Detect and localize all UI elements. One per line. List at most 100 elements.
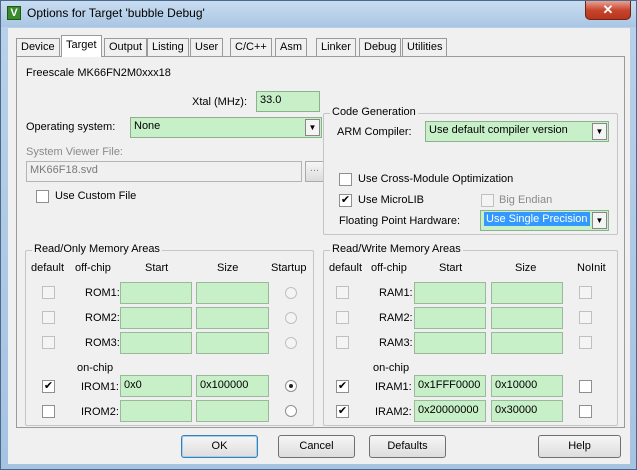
ram3-size-input[interactable] bbox=[491, 332, 563, 354]
chevron-down-icon[interactable]: ▼ bbox=[305, 119, 320, 136]
ro-onchip-label: on-chip bbox=[77, 362, 114, 374]
ram2-size-input[interactable] bbox=[491, 307, 563, 329]
tab-linker[interactable]: Linker bbox=[316, 38, 356, 56]
iram1-label: IRAM1: bbox=[375, 381, 412, 393]
ram3-start-input[interactable] bbox=[414, 332, 486, 354]
tab-listing[interactable]: Listing bbox=[147, 38, 189, 56]
rom3-start-input[interactable] bbox=[120, 332, 192, 354]
rom2-startup-radio[interactable] bbox=[285, 312, 297, 324]
cross-module-checkbox[interactable] bbox=[339, 173, 352, 186]
ro-header-offchip: off-chip bbox=[75, 262, 111, 274]
device-name: Freescale MK66FN2M0xxx18 bbox=[26, 67, 171, 79]
fph-dropdown[interactable]: Use Single Precision ▼ bbox=[480, 210, 609, 231]
ram1-size-input[interactable] bbox=[491, 282, 563, 304]
xtal-input[interactable]: 33.0 bbox=[256, 91, 320, 112]
chevron-down-icon[interactable]: ▼ bbox=[592, 212, 607, 229]
iram2-noinit-checkbox[interactable] bbox=[579, 405, 592, 418]
rw-header-default: default bbox=[329, 262, 363, 274]
irom1-default-checkbox[interactable]: ✔ bbox=[42, 380, 55, 393]
cross-module-label: Use Cross-Module Optimization bbox=[358, 173, 514, 185]
fph-label: Floating Point Hardware: bbox=[339, 215, 461, 227]
rom1-startup-radio[interactable] bbox=[285, 287, 297, 299]
tab-asm[interactable]: Asm bbox=[275, 38, 307, 56]
irom2-label: IROM2: bbox=[81, 406, 119, 418]
tab-c-cpp[interactable]: C/C++ bbox=[230, 38, 272, 56]
iram2-size-input[interactable]: 0x30000 bbox=[491, 400, 563, 422]
ram1-start-input[interactable] bbox=[414, 282, 486, 304]
use-custom-file-label: Use Custom File bbox=[55, 190, 137, 202]
irom2-startup-radio[interactable] bbox=[285, 405, 297, 417]
rw-header-start: Start bbox=[439, 262, 463, 274]
rom3-label: ROM3: bbox=[85, 337, 120, 349]
rom2-start-input[interactable] bbox=[120, 307, 192, 329]
rom3-size-input[interactable] bbox=[196, 332, 269, 354]
fph-value: Use Single Precision bbox=[484, 212, 590, 226]
tab-debug[interactable]: Debug bbox=[359, 38, 402, 56]
rom2-default-checkbox[interactable] bbox=[42, 311, 55, 324]
tab-user[interactable]: User bbox=[190, 38, 224, 56]
tab-output[interactable]: Output bbox=[104, 38, 148, 56]
irom2-size-input[interactable] bbox=[196, 400, 269, 422]
rom2-size-input[interactable] bbox=[196, 307, 269, 329]
big-endian-checkbox[interactable] bbox=[481, 194, 494, 207]
tab-target[interactable]: Target bbox=[61, 35, 102, 57]
ok-button[interactable]: OK bbox=[181, 435, 258, 458]
ram2-default-checkbox[interactable] bbox=[336, 311, 349, 324]
tab-device[interactable]: Device bbox=[16, 38, 60, 56]
iram2-label: IRAM2: bbox=[375, 406, 412, 418]
rom3-startup-radio[interactable] bbox=[285, 337, 297, 349]
use-custom-file-checkbox[interactable] bbox=[36, 190, 49, 203]
microlib-checkbox[interactable]: ✔ bbox=[339, 194, 352, 207]
options-dialog: V Options for Target 'bubble Debug' ✕ De… bbox=[0, 0, 637, 470]
rom1-start-input[interactable] bbox=[120, 282, 192, 304]
iram2-default-checkbox[interactable]: ✔ bbox=[336, 405, 349, 418]
ram2-start-input[interactable] bbox=[414, 307, 486, 329]
irom1-start-input[interactable]: 0x0 bbox=[120, 375, 192, 397]
close-button[interactable]: ✕ bbox=[585, 1, 631, 20]
iram1-size-input[interactable]: 0x10000 bbox=[491, 375, 563, 397]
ram1-label: RAM1: bbox=[379, 287, 413, 299]
title-bar[interactable]: V Options for Target 'bubble Debug' ✕ bbox=[1, 1, 636, 27]
irom2-default-checkbox[interactable] bbox=[42, 405, 55, 418]
ram3-noinit-checkbox[interactable] bbox=[579, 336, 592, 349]
rom1-label: ROM1: bbox=[85, 287, 120, 299]
cancel-button[interactable]: Cancel bbox=[278, 435, 355, 458]
ram1-default-checkbox[interactable] bbox=[336, 286, 349, 299]
rw-memory-title: Read/Write Memory Areas bbox=[330, 243, 463, 255]
rom1-default-checkbox[interactable] bbox=[42, 286, 55, 299]
os-label: Operating system: bbox=[26, 121, 116, 133]
ram1-noinit-checkbox[interactable] bbox=[579, 286, 592, 299]
os-dropdown[interactable]: None ▼ bbox=[130, 117, 322, 138]
rw-onchip-label: on-chip bbox=[373, 362, 410, 374]
arm-compiler-value: Use default compiler version bbox=[429, 124, 568, 136]
irom1-startup-radio[interactable] bbox=[285, 380, 297, 392]
ram3-label: RAM3: bbox=[379, 337, 413, 349]
os-value: None bbox=[134, 120, 161, 132]
rom1-size-input[interactable] bbox=[196, 282, 269, 304]
iram1-noinit-checkbox[interactable] bbox=[579, 380, 592, 393]
big-endian-label: Big Endian bbox=[499, 194, 553, 206]
irom1-size-input[interactable]: 0x100000 bbox=[196, 375, 269, 397]
ro-header-start: Start bbox=[145, 262, 169, 274]
ro-header-startup: Startup bbox=[271, 262, 307, 274]
arm-compiler-dropdown[interactable]: Use default compiler version ▼ bbox=[425, 121, 609, 142]
iram2-start-input[interactable]: 0x20000000 bbox=[414, 400, 486, 422]
microlib-label: Use MicroLIB bbox=[358, 194, 425, 206]
rw-header-offchip: off-chip bbox=[371, 262, 407, 274]
irom2-start-input[interactable] bbox=[120, 400, 192, 422]
irom1-label: IROM1: bbox=[81, 381, 119, 393]
chevron-down-icon[interactable]: ▼ bbox=[592, 123, 607, 140]
svd-browse-button[interactable]: ... bbox=[305, 161, 324, 182]
tab-utilities[interactable]: Utilities bbox=[402, 38, 448, 56]
help-button[interactable]: Help bbox=[538, 435, 621, 458]
ro-memory-title: Read/Only Memory Areas bbox=[32, 243, 162, 255]
ram3-default-checkbox[interactable] bbox=[336, 336, 349, 349]
keil-app-icon: V bbox=[7, 6, 21, 20]
rom3-default-checkbox[interactable] bbox=[42, 336, 55, 349]
iram1-default-checkbox[interactable]: ✔ bbox=[336, 380, 349, 393]
ram2-noinit-checkbox[interactable] bbox=[579, 311, 592, 324]
svd-file-field[interactable]: MK66F18.svd bbox=[26, 161, 302, 182]
rw-header-size: Size bbox=[515, 262, 537, 274]
iram1-start-input[interactable]: 0x1FFF0000 bbox=[414, 375, 486, 397]
defaults-button[interactable]: Defaults bbox=[369, 435, 446, 458]
